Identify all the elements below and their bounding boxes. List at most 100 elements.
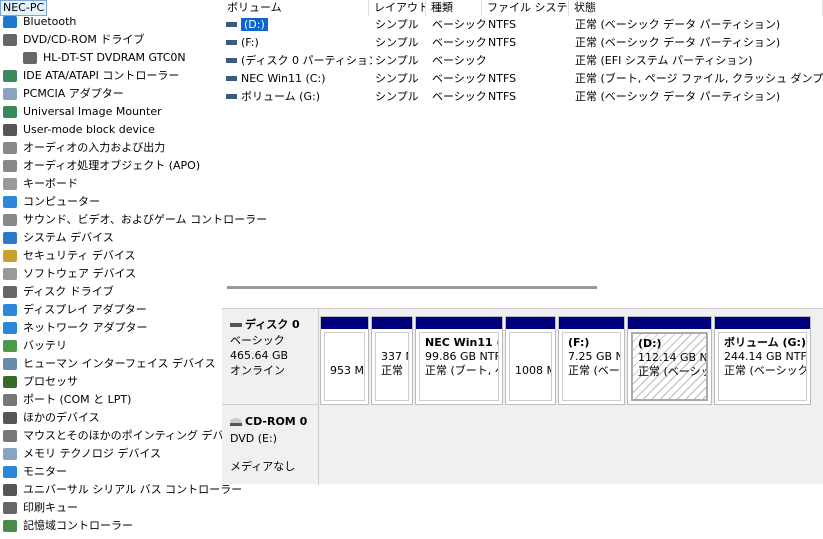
partition-line: ボリューム (G:) (724, 336, 806, 349)
column-header[interactable]: 種類 (426, 0, 482, 16)
tree-item[interactable]: ディスプレイ アダプター (0, 301, 147, 319)
tree-item[interactable]: ユニバーサル シリアル バス コントローラー (0, 481, 242, 499)
partition-info: ボリューム (G:)244.14 GB NTFS正常 (ベーシック デ (718, 332, 807, 401)
tree-item[interactable]: プロセッサ (0, 373, 78, 391)
tree-item[interactable]: ディスク ドライブ (0, 283, 114, 301)
disk-0-label[interactable]: ディスク 0 ベーシック 465.64 GB オンライン (222, 309, 318, 405)
volume-cell: (F:) (222, 34, 372, 52)
partition-info: 1008 M (509, 332, 552, 401)
partition-block[interactable]: ボリューム (G:)244.14 GB NTFS正常 (ベーシック デ (714, 316, 811, 405)
partition-line: 正常 (ブート, ペ (425, 364, 499, 377)
disk-icon (230, 323, 242, 327)
tree-item[interactable]: DVD/CD-ROM ドライブ (0, 31, 144, 49)
partition-block[interactable]: (F:)7.25 GB NT正常 (ベー (558, 316, 625, 405)
tree-item[interactable]: ヒューマン インターフェイス デバイス (0, 355, 216, 373)
tree-item[interactable]: ネットワーク アダプター (0, 319, 148, 337)
volume-type: ベーシック (432, 90, 487, 103)
storage-controller-icon (3, 520, 17, 532)
partition-line: 244.14 GB NTFS (724, 350, 807, 363)
column-header[interactable]: ボリューム (222, 0, 369, 16)
tree-item[interactable]: ほかのデバイス (0, 409, 100, 427)
volume-name: ボリューム (G:) (241, 90, 320, 103)
tree-item[interactable]: オーディオ処理オブジェクト (APO) (0, 157, 200, 175)
tree-item[interactable]: 記憶域コントローラー (0, 517, 133, 535)
volume-row[interactable]: NEC Win11 (C:) シンプル ベーシック NTFS 正常 (ブート, ページ … (222, 70, 823, 88)
volume-row[interactable]: (F:) シンプル ベーシック NTFS 正常 (ベーシック データ パーティション) (222, 34, 823, 52)
volume-type: ベーシック (432, 54, 487, 67)
tree-item-label: DVD/CD-ROM ドライブ (23, 33, 145, 46)
disk-management-panel: ボリュームレイアウト種類ファイル システム状態 (D:)シンプルベーシックNTF… (222, 0, 823, 539)
volume-row[interactable]: (D:) シンプル ベーシック NTFS 正常 (ベーシック データ パーティション) (222, 16, 823, 34)
cdrom-0-drive: DVD (E:) (230, 432, 278, 445)
tree-item[interactable]: ソフトウェア デバイス (0, 265, 136, 283)
tree-item-label: キーボード (23, 177, 78, 190)
system-device-icon (3, 232, 17, 244)
tree-item-label: ほかのデバイス (23, 411, 100, 424)
column-header[interactable]: 状態 (569, 0, 823, 16)
partition-line: 99.86 GB NTFS (425, 350, 498, 363)
tree-item[interactable]: Bluetooth (0, 13, 76, 31)
partition-block[interactable]: NEC Win11 (C99.86 GB NTFS正常 (ブート, ペ (415, 316, 503, 405)
tree-item[interactable]: オーディオの入力および出力 (0, 139, 165, 157)
tree-item-label: プロセッサ (23, 375, 78, 388)
tree-item[interactable]: IDE ATA/ATAPI コントローラー (0, 67, 179, 85)
cdrom-0-label[interactable]: CD-ROM 0 DVD (E:) メディアなし (222, 406, 318, 484)
tree-item-label: ネットワーク アダプター (23, 321, 148, 334)
volume-layout: シンプル (375, 72, 419, 85)
tree-item-label: オーディオ処理オブジェクト (APO) (23, 159, 201, 172)
tree-item[interactable]: メモリ テクノロジ デバイス (0, 445, 161, 463)
cdrom-0-name: CD-ROM 0 (245, 415, 308, 428)
tree-item[interactable]: 印刷キュー (0, 499, 78, 517)
partition-info: 953 ME (324, 332, 365, 401)
volume-layout: シンプル (375, 54, 419, 67)
volume-name: NEC Win11 (C:) (241, 72, 326, 85)
partition-line: (D:) (638, 337, 662, 350)
partition-bar (559, 317, 624, 329)
processor-icon (3, 376, 17, 388)
printer-icon (3, 502, 17, 514)
tree-item-label: User-mode block device (23, 123, 155, 136)
tree-item-label: コンピューター (23, 195, 100, 208)
disk-0-type: ベーシック (230, 334, 285, 347)
tree-item[interactable]: User-mode block device (0, 121, 155, 139)
volume-type: ベーシック (432, 36, 487, 49)
partition-block[interactable]: 1008 M (505, 316, 556, 405)
column-header[interactable]: レイアウト (369, 0, 426, 16)
partition-block[interactable]: 337 M正常 (371, 316, 413, 405)
tree-item[interactable]: PCMCIA アダプター (0, 85, 124, 103)
tree-item[interactable]: ポート (COM と LPT) (0, 391, 131, 409)
network-icon (3, 322, 17, 334)
block-device-icon (3, 124, 17, 136)
disk-0-name: ディスク 0 (245, 318, 300, 331)
volume-cell: (D:) (222, 16, 372, 34)
partition-line (515, 378, 546, 392)
tree-item[interactable]: キーボード (0, 175, 78, 193)
mouse-icon (3, 430, 17, 442)
tree-item[interactable]: HL-DT-ST DVDRAM GTC0N (20, 49, 186, 67)
horizontal-scrollbar[interactable] (222, 284, 823, 298)
tree-item[interactable]: モニター (0, 463, 67, 481)
cdrom-icon (230, 418, 242, 426)
display-adapter-icon (3, 304, 17, 316)
tree-item-label: HL-DT-ST DVDRAM GTC0N (43, 51, 186, 64)
volume-row[interactable]: ボリューム (G:) シンプル ベーシック NTFS 正常 (ベーシック データ パーテ… (222, 88, 823, 106)
scrollbar-thumb[interactable] (227, 286, 597, 289)
tree-item-label: Universal Image Mounter (23, 105, 162, 118)
tree-item[interactable]: バッテリ (0, 337, 67, 355)
volume-row[interactable]: (ディスク 0 パーティション 2)シンプルベーシック 正常 (EFI システム … (222, 52, 823, 70)
tree-item[interactable]: セキュリティ デバイス (0, 247, 136, 265)
partition-block[interactable]: 953 ME (320, 316, 369, 405)
volume-status: 正常 (EFI システム パーティション) (575, 54, 753, 67)
column-header[interactable]: ファイル システム (482, 0, 569, 16)
speaker-icon (3, 142, 17, 154)
cdrom-0-media: メディアなし (230, 460, 296, 473)
tree-item[interactable]: Universal Image Mounter (0, 103, 162, 121)
tree-item[interactable]: マウスとそのほかのポインティング デバイス (0, 427, 245, 445)
tree-item-label: ヒューマン インターフェイス デバイス (23, 357, 216, 370)
computer-icon (3, 196, 17, 208)
volume-layout: シンプル (375, 18, 419, 31)
tree-item[interactable]: コンピューター (0, 193, 100, 211)
tree-item-label: マウスとそのほかのポインティング デバイス (23, 429, 246, 442)
partition-block[interactable]: (D:)112.14 GB NTF正常 (ベーシック (627, 316, 712, 405)
tree-item[interactable]: システム デバイス (0, 229, 114, 247)
